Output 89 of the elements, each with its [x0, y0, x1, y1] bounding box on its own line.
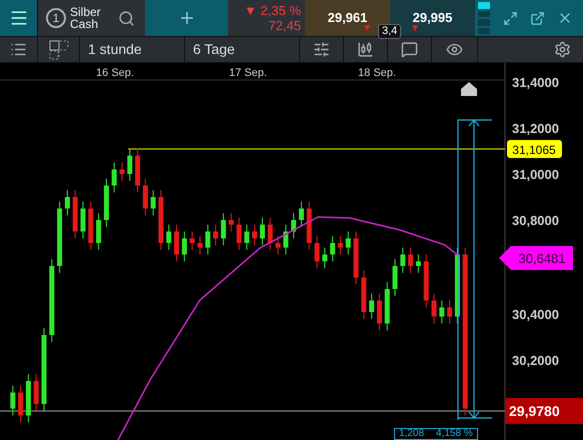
candlestick [158, 190, 164, 250]
interval-dropdown[interactable]: 1 stunde [80, 37, 185, 62]
price-label: 30,8000 [512, 213, 559, 228]
candlestick [236, 217, 242, 250]
candlestick [166, 224, 172, 250]
candlestick [416, 254, 421, 274]
candlestick [330, 236, 336, 262]
instrument-name[interactable]: Silber Cash [70, 6, 114, 30]
price-label: 31,0000 [512, 167, 559, 182]
candlestick [205, 224, 210, 255]
candlestick [135, 148, 140, 193]
candlestick [142, 178, 148, 216]
candlestick [260, 217, 265, 246]
candlestick [439, 300, 444, 324]
price-label: 30,2000 [512, 353, 559, 368]
candlestick [400, 247, 406, 274]
candlestick [338, 236, 343, 255]
slot-number: 1 [46, 8, 66, 28]
speech-bubble-icon [401, 41, 418, 58]
change-percent: ▼ 2,35 % [244, 3, 301, 18]
candlestick [354, 231, 358, 285]
candlestick [361, 270, 366, 320]
candlestick-icon [357, 41, 374, 58]
candlestick [10, 385, 16, 416]
price-label: 30,4000 [512, 307, 559, 322]
candlestick [276, 236, 280, 255]
candlestick [392, 258, 398, 296]
candlestick [88, 201, 94, 250]
candlestick [432, 293, 436, 324]
eye-icon [446, 41, 463, 58]
candlestick [34, 374, 39, 412]
price-tag: 31,1065 [507, 140, 562, 158]
candlestick [291, 212, 296, 239]
date-label: 18 Sep. [358, 67, 396, 79]
candlestick [306, 201, 312, 250]
candlestick [298, 201, 304, 228]
candlestick [182, 231, 187, 262]
down-arrow: ▼ [410, 23, 420, 36]
candlestick [228, 212, 234, 232]
candlestick [190, 231, 195, 250]
candlestick [283, 224, 288, 255]
candlestick [244, 224, 250, 250]
candlestick [268, 217, 273, 250]
price-tag: 30,6481 [499, 246, 573, 270]
candlestick [384, 282, 390, 331]
candlestick [104, 178, 109, 228]
candlestick [220, 212, 226, 246]
price-label: 31,4000 [512, 75, 559, 90]
measure-points: 1,208 [399, 429, 424, 439]
menu-button[interactable] [0, 0, 37, 36]
candlestick [96, 212, 102, 250]
candlestick [150, 190, 156, 216]
candlestick [127, 148, 132, 182]
price-label: 31,2000 [512, 121, 559, 136]
list-icon [10, 41, 27, 58]
candlestick [64, 190, 70, 216]
sliders-icon [313, 41, 330, 58]
price-tag: 29,9780 [505, 398, 583, 424]
candlestick [80, 201, 86, 239]
candlestick [120, 162, 124, 182]
candlestick [376, 293, 382, 331]
candlestick [26, 374, 31, 423]
date-label: 17 Sep. [229, 67, 267, 79]
measure-percent: 4,158 % [436, 429, 473, 439]
change-points: 72,45 [268, 18, 301, 33]
date-label: 16 Sep. [96, 67, 134, 79]
candlestick [252, 224, 258, 246]
candlestick [424, 254, 429, 308]
candlestick [18, 385, 24, 423]
external-link-icon[interactable] [530, 10, 545, 26]
candlestick [198, 236, 202, 255]
candlestick [346, 231, 351, 255]
candlestick [112, 162, 117, 193]
range-dropdown[interactable]: 6 Tage [185, 37, 300, 62]
candlestick [314, 236, 320, 269]
expand-icon[interactable] [503, 10, 518, 26]
candlestick [447, 300, 452, 324]
candlestick [322, 247, 328, 269]
down-arrow: ▼ [362, 23, 372, 36]
candlestick [72, 190, 78, 239]
settings-icon [554, 41, 571, 58]
candlestick [369, 293, 374, 320]
candlestick [213, 224, 218, 246]
candlestick [174, 224, 180, 262]
spread-badge: 3,4 [378, 24, 402, 39]
layout-icon [48, 40, 68, 60]
scroll-top-icon[interactable] [461, 82, 477, 96]
candlestick [408, 247, 414, 274]
search-icon[interactable] [118, 10, 135, 26]
